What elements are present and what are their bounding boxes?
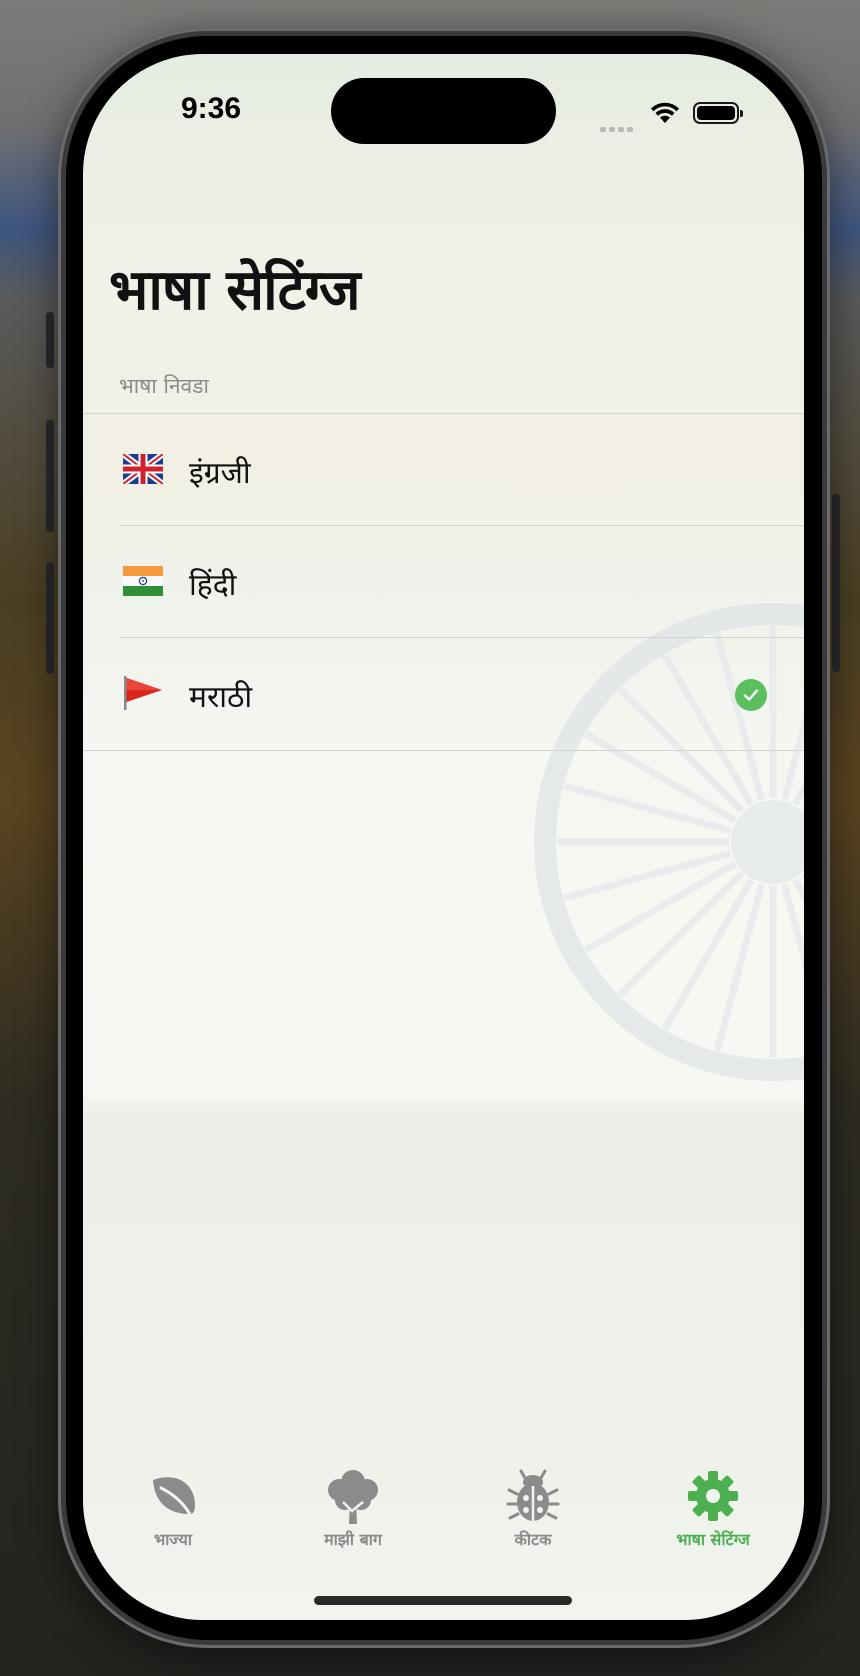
- list-bottom-divider: [83, 750, 804, 751]
- tree-icon: [328, 1470, 378, 1524]
- screen: 9:36 भाषा सेटिंग्ज भाषा निवडा इंग्रजी हि…: [83, 54, 804, 1620]
- tab-label: भाषा सेटिंग्ज: [676, 1530, 750, 1549]
- status-time: 9:36: [181, 92, 242, 125]
- language-label: हिंदी: [189, 568, 237, 603]
- section-header: भाषा निवडा: [119, 374, 209, 398]
- tab-pests[interactable]: कीटक: [443, 1468, 623, 1550]
- mute-switch: [46, 312, 54, 368]
- gear-icon: [688, 1471, 738, 1521]
- india-flag-icon: [123, 566, 163, 596]
- volume-down-button: [46, 562, 54, 674]
- tab-label: माझी बाग: [324, 1530, 382, 1549]
- red-triangular-flag-icon: [124, 676, 162, 710]
- page-title: भाषा सेटिंग्ज: [109, 258, 360, 323]
- tab-vegetables[interactable]: भाज्या: [83, 1468, 263, 1550]
- tab-label: भाज्या: [154, 1530, 192, 1549]
- battery-icon: [693, 102, 743, 124]
- tab-language-settings[interactable]: भाषा सेटिंग्ज: [623, 1468, 803, 1550]
- ladybug-icon: [506, 1469, 560, 1521]
- language-list: इंग्रजी हिंदी मराठी: [83, 413, 804, 751]
- language-label: मराठी: [189, 680, 253, 715]
- home-indicator[interactable]: [314, 1596, 572, 1605]
- language-row-marathi[interactable]: मराठी: [83, 638, 804, 750]
- leaf-icon: [153, 1477, 195, 1518]
- language-row-hindi[interactable]: हिंदी: [83, 526, 804, 638]
- wifi-icon: [651, 102, 679, 123]
- cellular-signal-icon: [600, 117, 636, 132]
- uk-flag-icon: [123, 454, 163, 484]
- volume-up-button: [46, 420, 54, 532]
- dynamic-island: [331, 78, 556, 144]
- checkmark-icon: [735, 679, 767, 711]
- language-row-english[interactable]: इंग्रजी: [83, 414, 804, 526]
- language-label: इंग्रजी: [189, 456, 251, 491]
- tab-bar: भाज्या माझी बाग कीटक भाषा सेटिंग्ज: [83, 1468, 804, 1558]
- power-button: [832, 494, 840, 672]
- tab-label: कीटक: [514, 1530, 552, 1549]
- status-bar: 9:36: [83, 54, 804, 164]
- tab-my-garden[interactable]: माझी बाग: [263, 1468, 443, 1550]
